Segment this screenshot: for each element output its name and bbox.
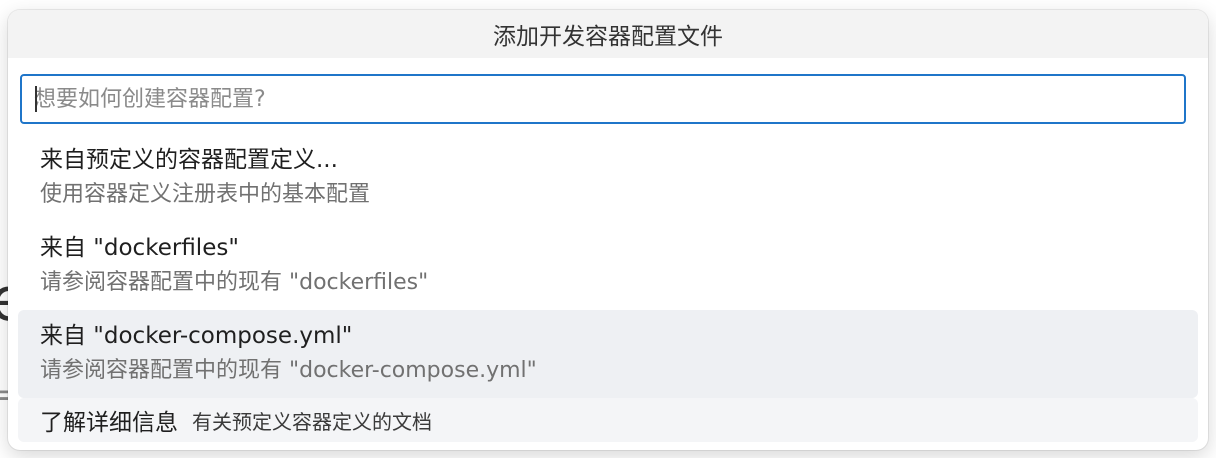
learn-more-label: 了解详细信息 (40, 410, 178, 436)
quick-pick-input-box[interactable] (20, 74, 1186, 124)
list-item-predefined-definition[interactable]: 来自预定义的容器配置定义... 使用容器定义注册表中的基本配置 (18, 134, 1198, 222)
list-item-from-docker-compose[interactable]: 来自 "docker-compose.yml" 请参阅容器配置中的现有 "doc… (18, 310, 1198, 398)
list-item-detail: 请参阅容器配置中的现有 "docker-compose.yml" (40, 358, 537, 383)
learn-more-description: 有关预定义容器定义的文档 (192, 409, 432, 434)
quick-pick-title: 添加开发容器配置文件 (8, 10, 1208, 58)
quick-pick-list: 来自预定义的容器配置定义... 使用容器定义注册表中的基本配置 来自 "dock… (18, 134, 1198, 442)
list-item-label: 来自 "dockerfiles" (40, 235, 239, 261)
list-item-detail: 使用容器定义注册表中的基本配置 (40, 182, 371, 207)
list-item-learn-more[interactable]: 了解详细信息 有关预定义容器定义的文档 (18, 398, 1198, 442)
quick-pick-input[interactable] (22, 76, 1184, 122)
list-item-label: 来自 "docker-compose.yml" (40, 323, 353, 349)
quick-pick-dialog: 添加开发容器配置文件 来自预定义的容器配置定义... 使用容器定义注册表中的基本… (8, 10, 1208, 450)
list-item-label: 来自预定义的容器配置定义... (40, 147, 338, 173)
list-item-detail: 请参阅容器配置中的现有 "dockerfiles" (40, 270, 429, 295)
text-caret (35, 86, 37, 112)
list-item-from-dockerfiles[interactable]: 来自 "dockerfiles" 请参阅容器配置中的现有 "dockerfile… (18, 222, 1198, 310)
